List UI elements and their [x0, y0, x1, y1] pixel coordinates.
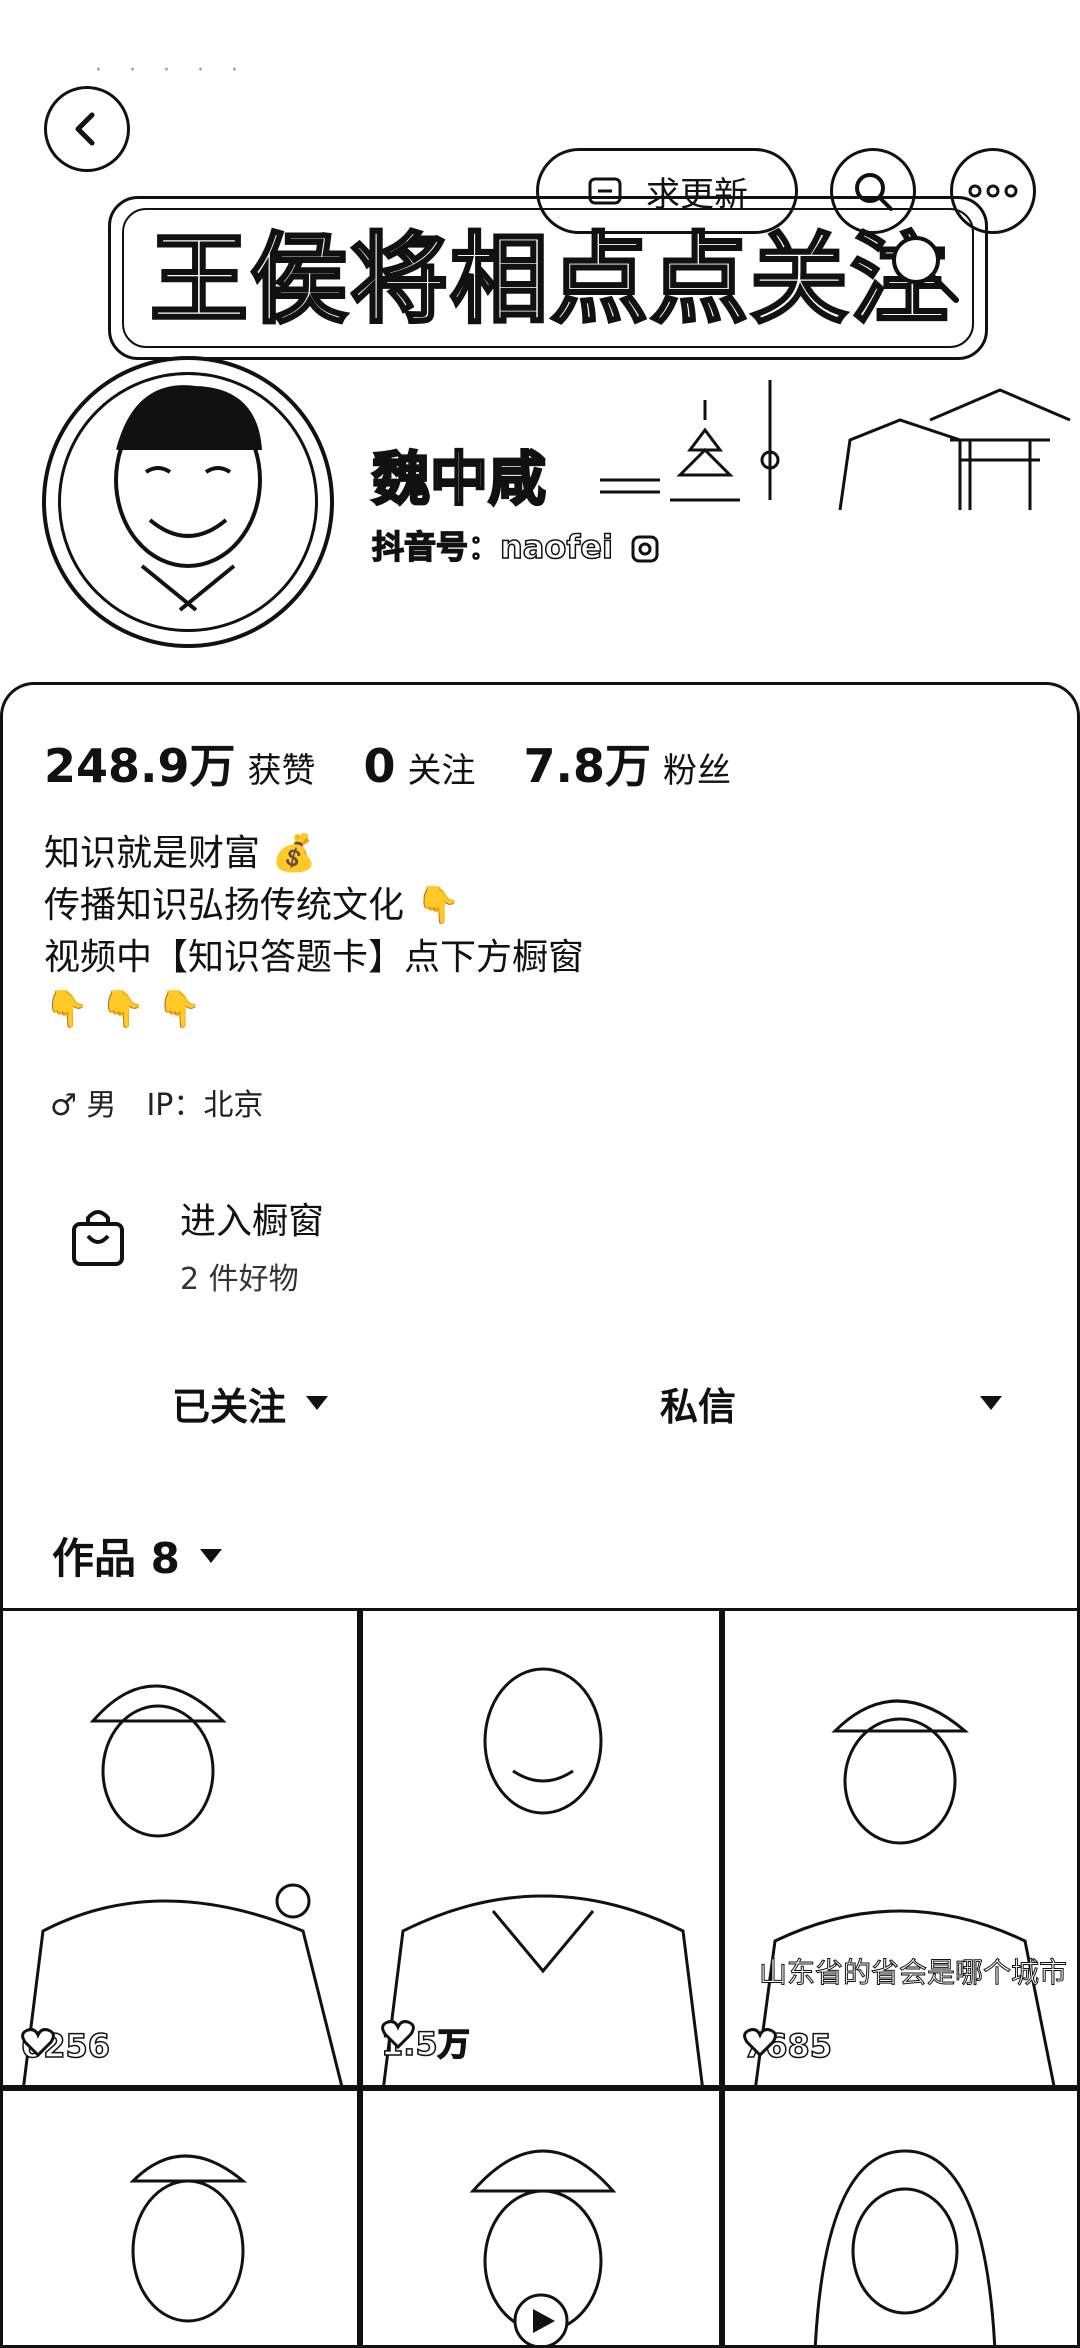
message-button[interactable]: 私信: [660, 1370, 736, 1436]
avatar-face: [114, 385, 262, 612]
shop-entry[interactable]: 进入橱窗 2 件好物: [70, 1188, 1010, 1298]
video-tile-4[interactable]: [0, 2088, 360, 2348]
video-tile-6[interactable]: [722, 2088, 1080, 2348]
follow-dropdown-icon: [306, 1396, 329, 1410]
video-thumbnail: [22, 1684, 344, 2085]
banner-search-icon: [892, 236, 959, 303]
video-thumbnail: [469, 2149, 617, 2345]
followers-label[interactable]: 粉丝: [663, 743, 731, 792]
chevron-left-icon: [75, 112, 95, 146]
gender-tag: ♂ 男: [50, 1088, 117, 1123]
avatar[interactable]: [42, 356, 334, 648]
works-dropdown-icon: [199, 1548, 222, 1563]
stats-row: 248.9万 获赞 0 关注 7.8万 粉丝: [44, 730, 779, 796]
video-thumbnail: [129, 2154, 248, 2323]
video-tile-3[interactable]: 山东省的省会是哪个城市 7685: [722, 1608, 1080, 2088]
like-count: 7685: [742, 2026, 833, 2066]
like-count: 6256: [20, 2026, 111, 2066]
bio-line-1: 知识就是财富 💰: [44, 833, 317, 874]
video-caption: 山东省的省会是哪个城市: [758, 1956, 1068, 1990]
banner-text: 王侯将相点点关注: [149, 222, 951, 339]
following-count[interactable]: 0: [364, 739, 396, 793]
likes-count: 248.9万: [44, 739, 236, 793]
works-tab-label: 作品 8: [52, 1534, 180, 1583]
user-name: 魏中咸: [371, 444, 548, 515]
video-thumbnail: [382, 1667, 704, 2085]
tab-works[interactable]: 作品 8: [52, 1525, 222, 1586]
more-icon: [968, 184, 1018, 198]
heart-icon: [743, 2028, 777, 2057]
video-tile-2[interactable]: 1.5万: [360, 1608, 722, 2088]
bio-line-3: 视频中【知识答题卡】点下方橱窗: [44, 937, 585, 978]
bio-line-4: 👇 👇 👇: [44, 989, 202, 1030]
bio: 知识就是财富 💰 传播知识弘扬传统文化 👇 视频中【知识答题卡】点下方橱窗 👇 …: [44, 828, 584, 1036]
heart-icon: [381, 2020, 415, 2049]
following-label[interactable]: 关注: [408, 743, 476, 792]
douyin-id-text: 抖音号：naofei: [371, 527, 613, 567]
shop-title: 进入橱窗: [180, 1201, 325, 1242]
likes-label: 获赞: [247, 751, 316, 791]
follow-button[interactable]: 已关注: [172, 1370, 329, 1436]
video-grid: 6256 1.5万 山东省的省会是哪个城市 7685: [0, 1608, 1080, 2348]
qr-code-icon[interactable]: [630, 534, 660, 564]
bio-line-2: 传播知识弘扬传统文化 👇: [44, 885, 461, 926]
douyin-id[interactable]: 抖音号：naofei: [371, 522, 660, 568]
followers-count[interactable]: 7.8万: [524, 730, 652, 796]
video-tile-1[interactable]: 6256: [0, 1608, 360, 2088]
more-dropdown-icon: [980, 1396, 1002, 1410]
back-button[interactable]: [44, 86, 130, 172]
ip-location: IP：北京: [146, 1088, 264, 1123]
landmark-decoration: [600, 380, 1071, 511]
more-actions-dropdown[interactable]: [960, 1370, 1002, 1436]
follow-label: 已关注: [172, 1384, 287, 1429]
video-tile-5[interactable]: [360, 2088, 722, 2348]
video-thumbnail: [813, 2149, 997, 2345]
video-thumbnail: [754, 1699, 1056, 2085]
shop-subtitle: 2 件好物: [180, 1262, 299, 1297]
heart-icon: [21, 2028, 55, 2057]
shopping-bag-icon: [72, 1210, 124, 1266]
like-count: 1.5万: [380, 2019, 470, 2065]
status-bar: · · · · ·: [95, 58, 248, 83]
message-label: 私信: [660, 1384, 737, 1429]
profile-meta: ♂ 男 IP：北京: [50, 1080, 263, 1124]
